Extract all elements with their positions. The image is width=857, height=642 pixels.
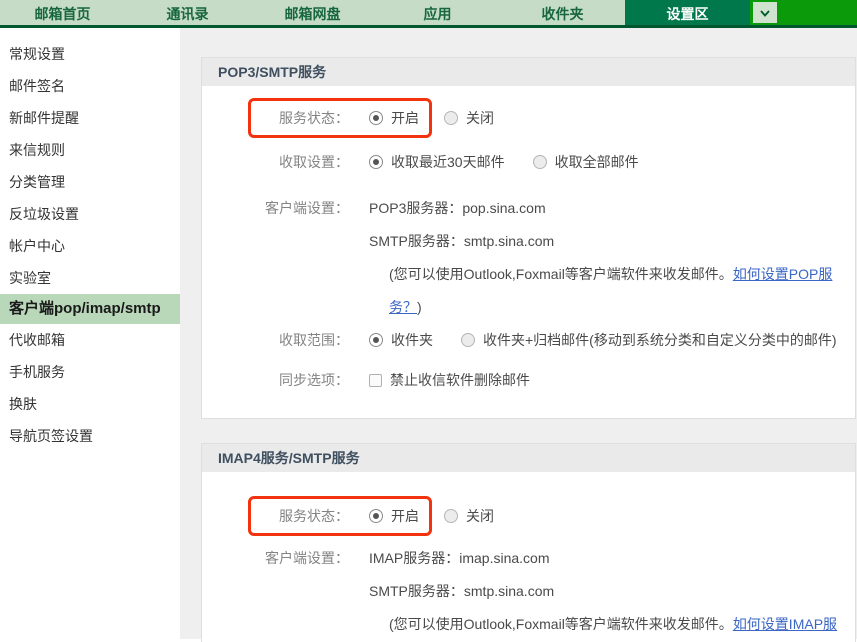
sidebar-item-client-pop-imap-smtp[interactable]: 客户端pop/imap/smtp [0,294,180,324]
top-nav: 邮箱首页 通讯录 邮箱网盘 应用 收件夹 设置区 [0,0,857,28]
pop3-service-status-row: 服务状态： 开启 关闭 [248,98,855,138]
sidebar-item-skin[interactable]: 换肤 [0,388,180,420]
pop3-client-setting-row: 客户端设置： POP3服务器：pop.sina.com SMTP服务器：smtp… [202,192,855,324]
radio-unselected-icon[interactable] [444,111,458,125]
radio-label: 关闭 [466,108,494,128]
client-setting-label: 客户端设置： [257,542,349,575]
pop3-help-note: (您可以使用Outlook,Foxmail等客户端软件来收发邮件。如何设置POP… [369,258,855,324]
radio-unselected-icon[interactable] [461,333,475,347]
note-text: (您可以使用Outlook,Foxmail等客户端软件来收发邮件。 [389,266,733,282]
tab-contacts[interactable]: 通讯录 [125,0,250,25]
sync-option-label: 同步选项： [257,370,349,390]
red-highlight-box: 服务状态： 开启 [248,496,432,536]
smtp-server-value: SMTP服务器：smtp.sina.com [369,225,855,258]
sidebar-item-incoming-rules[interactable]: 来信规则 [0,134,180,166]
radio-label: 收件夹 [391,330,433,350]
service-status-label: 服务状态： [257,506,349,526]
imap4-service-off-radio[interactable]: 关闭 [444,506,494,526]
tab-apps[interactable]: 应用 [375,0,500,25]
radio-unselected-icon[interactable] [533,155,547,169]
radio-label: 关闭 [466,506,494,526]
service-status-label: 服务状态： [257,108,349,128]
settings-main: POP3/SMTP服务 服务状态： 开启 关闭 [180,28,857,639]
nav-right-strip [750,0,857,25]
radio-label: 收件夹+归档邮件(移动到系统分类和自定义分类中的邮件) [483,330,837,350]
radio-unselected-icon[interactable] [444,509,458,523]
imap4-service-status-row: 服务状态： 开启 关闭 [248,496,855,536]
pop3-smtp-section: POP3/SMTP服务 服务状态： 开启 关闭 [201,57,856,419]
settings-dropdown-button[interactable] [753,2,777,23]
sidebar-item-antispam[interactable]: 反垃圾设置 [0,198,180,230]
sidebar-item-category-manage[interactable]: 分类管理 [0,166,180,198]
radio-selected-icon[interactable] [369,509,383,523]
chevron-down-icon [760,4,770,22]
radio-selected-icon[interactable] [369,333,383,347]
settings-sidebar: 常规设置 邮件签名 新邮件提醒 来信规则 分类管理 反垃圾设置 帐户中心 实验室… [0,28,180,639]
sidebar-item-mobile-service[interactable]: 手机服务 [0,356,180,388]
scope-inbox-archive-radio[interactable]: 收件夹+归档邮件(移动到系统分类和自定义分类中的邮件) [461,330,837,350]
tab-inbox[interactable]: 收件夹 [500,0,625,25]
radio-selected-icon[interactable] [369,155,383,169]
scope-inbox-radio[interactable]: 收件夹 [369,330,433,350]
pop3-server-value: POP3服务器：pop.sina.com [369,192,855,225]
fetch-setting-label: 收取设置： [257,152,349,172]
checkbox-label: 禁止收信软件删除邮件 [390,370,530,390]
tab-mail-home[interactable]: 邮箱首页 [0,0,125,25]
red-highlight-box: 服务状态： 开启 [248,98,432,138]
radio-label: 收取最近30天邮件 [391,152,505,172]
pop3-sync-option-row: 同步选项： 禁止收信软件删除邮件 [202,370,855,390]
imap-help-note: (您可以使用Outlook,Foxmail等客户端软件来收发邮件。如何设置IMA… [369,608,855,642]
pop3-fetch-setting-row: 收取设置： 收取最近30天邮件 收取全部邮件 [202,152,855,172]
pop3-service-off-radio[interactable]: 关闭 [444,108,494,128]
checkbox-unchecked-icon[interactable] [369,374,382,387]
imap4-section-title: IMAP4服务/SMTP服务 [202,444,855,472]
sidebar-item-new-mail-alert[interactable]: 新邮件提醒 [0,102,180,134]
sidebar-item-nav-tab-settings[interactable]: 导航页签设置 [0,420,180,452]
client-setting-label: 客户端设置： [257,192,349,225]
tab-settings[interactable]: 设置区 [625,0,750,25]
smtp-server-value: SMTP服务器：smtp.sina.com [369,575,855,608]
imap4-client-setting-row: 客户端设置： IMAP服务器：imap.sina.com SMTP服务器：smt… [202,542,855,642]
fetch-scope-label: 收取范围： [257,330,349,350]
radio-selected-icon[interactable] [369,111,383,125]
fetch-all-radio[interactable]: 收取全部邮件 [533,152,639,172]
radio-label: 收取全部邮件 [555,152,639,172]
note-text: (您可以使用Outlook,Foxmail等客户端软件来收发邮件。 [389,616,733,632]
radio-label: 开启 [391,108,419,128]
pop3-service-on-radio[interactable]: 开启 [369,108,419,128]
note-close-paren: ) [417,299,422,315]
forbid-delete-checkbox[interactable]: 禁止收信软件删除邮件 [369,370,530,390]
sidebar-item-general-settings[interactable]: 常规设置 [0,38,180,70]
imap4-smtp-section: IMAP4服务/SMTP服务 服务状态： 开启 关闭 [201,443,856,642]
sidebar-item-mail-signature[interactable]: 邮件签名 [0,70,180,102]
tab-netdisk[interactable]: 邮箱网盘 [250,0,375,25]
imap4-service-on-radio[interactable]: 开启 [369,506,419,526]
sidebar-item-mail-collection[interactable]: 代收邮箱 [0,324,180,356]
pop3-section-title: POP3/SMTP服务 [202,58,855,86]
fetch-last30days-radio[interactable]: 收取最近30天邮件 [369,152,505,172]
sidebar-item-lab[interactable]: 实验室 [0,262,180,294]
pop3-fetch-scope-row: 收取范围： 收件夹 收件夹+归档邮件(移动到系统分类和自定义分类中的邮件) [202,330,855,350]
radio-label: 开启 [391,506,419,526]
imap-server-value: IMAP服务器：imap.sina.com [369,542,855,575]
sidebar-item-account-center[interactable]: 帐户中心 [0,230,180,262]
